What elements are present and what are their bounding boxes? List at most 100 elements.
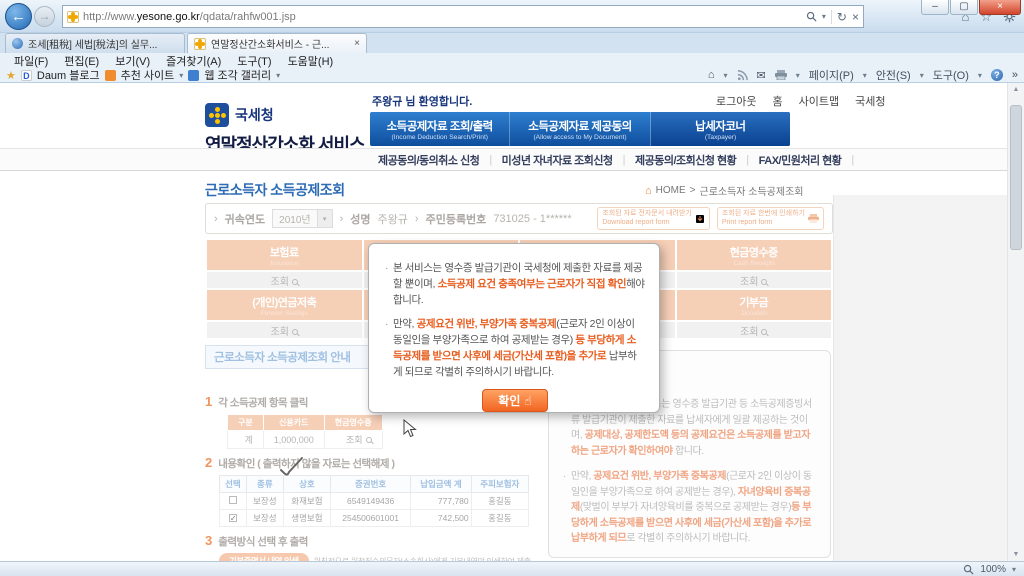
confirm-button[interactable]: 확인 ☝ bbox=[482, 389, 548, 413]
select-caret-icon[interactable]: ▾ bbox=[316, 210, 332, 227]
breadcrumb-home[interactable]: HOME bbox=[656, 185, 686, 196]
close-button[interactable]: × bbox=[979, 0, 1021, 15]
home-icon[interactable]: ⌂ bbox=[708, 69, 715, 81]
logout-link[interactable]: 로그아웃 bbox=[716, 93, 756, 109]
scroll-up-icon[interactable]: ▲ bbox=[1008, 86, 1024, 93]
zoom-icon[interactable] bbox=[963, 564, 974, 575]
magnifier-icon bbox=[365, 437, 372, 443]
tab-tax-law[interactable]: 조세[租稅] 세법[稅法]의 실무... bbox=[5, 33, 185, 53]
favorites-icon[interactable]: ★ bbox=[6, 69, 16, 82]
basic-print-button[interactable]: 기본증명서 내역 인쇄 bbox=[219, 553, 309, 561]
name-value: 주왕규 bbox=[377, 213, 408, 226]
favorite-suggested-sites[interactable]: 추천 사이트 bbox=[121, 67, 175, 83]
home-link[interactable]: 홈 bbox=[772, 93, 782, 109]
menu-bar: 파일(F) 편집(E) 보기(V) 즐겨찾기(A) 도구(T) 도움말(H) bbox=[0, 53, 1024, 68]
modal-paragraph-2: · 만약, 공제요건 위반, 부양가족 중복공제(근로자 2인 이상이 동일인을 … bbox=[385, 318, 637, 378]
forward-button[interactable]: → bbox=[34, 6, 55, 27]
modal-paragraph-1: · 본 서비스는 영수증 발급기관이 국세청에 제출한 자료를 제공할 뿐이며, … bbox=[385, 262, 645, 306]
nav-deduction-search[interactable]: 소득공제자료 조회/출력 (Income Deduction Search/Pr… bbox=[370, 112, 511, 146]
download-report-button[interactable]: 조회된 자료 전자문서 내려받기 Download report form bbox=[597, 206, 710, 231]
name-label: 성명 bbox=[350, 213, 371, 226]
nts-emblem-icon bbox=[205, 103, 229, 127]
table-row: ✓ 보장성 생명보험 254500601001 742,500 홍길동 bbox=[219, 509, 530, 527]
subnav-minor-children[interactable]: 미성년 자녀자료 조회신청 bbox=[502, 152, 613, 168]
favorite-daum-blog[interactable]: Daum 블로그 bbox=[37, 67, 100, 83]
tab-strip: 조세[租稅] 세법[稅法]의 실무... 연말정산간소화서비스 - 근... × bbox=[0, 33, 1024, 53]
maximize-button[interactable]: ▢ bbox=[950, 0, 978, 15]
category-insurance[interactable]: 보험료 Insurance bbox=[205, 238, 364, 272]
chevron-down-icon[interactable]: ▾ bbox=[179, 71, 183, 80]
notice-modal: · 본 서비스는 영수증 발급기관이 국세청에 제출한 자료를 제공할 뿐이며, … bbox=[368, 243, 660, 413]
page-right-margin bbox=[833, 195, 1007, 561]
daum-icon: D bbox=[20, 69, 32, 81]
rrn-value: 731025 - 1****** bbox=[493, 212, 572, 225]
lookup-button[interactable]: 조회 bbox=[674, 270, 833, 290]
page-title: 근로소득자 소득공제조회 bbox=[205, 182, 345, 198]
utility-links: 로그아웃 홈 사이트맵 국세청 bbox=[716, 93, 885, 109]
chevron-down-icon[interactable]: ▾ bbox=[724, 71, 728, 80]
tab-close-icon[interactable]: × bbox=[354, 38, 360, 49]
print-icon[interactable] bbox=[774, 70, 787, 80]
download-icon bbox=[695, 214, 704, 223]
rss-feed-icon[interactable] bbox=[737, 69, 748, 81]
checkbox-unchecked[interactable] bbox=[228, 496, 237, 504]
subnav-fax-status[interactable]: FAX/민원처리 현황 bbox=[759, 152, 842, 168]
notice-paragraph: · 만약, 공제요건 위반, 부양가족 중복공제(근로자 2인 이상이 동일인을 … bbox=[563, 471, 812, 544]
subnav-consent-apply[interactable]: 제공동의/동의취소 신청 bbox=[378, 152, 480, 168]
nts-link[interactable]: 국세청 bbox=[855, 93, 885, 109]
chevron-down-icon[interactable]: ▾ bbox=[978, 71, 982, 80]
year-select[interactable]: 2010년 ▾ bbox=[272, 209, 333, 228]
category-cash-receipt[interactable]: 현금영수증 Cash Receipts bbox=[674, 238, 833, 272]
refresh-icon[interactable]: ↻ bbox=[837, 10, 847, 24]
magnifier-icon bbox=[761, 278, 768, 285]
command-safety[interactable]: 안전(S) bbox=[876, 67, 911, 83]
zoom-dropdown-icon[interactable]: ▾ bbox=[1012, 565, 1016, 574]
vertical-scrollbar[interactable]: ▲ ▼ bbox=[1007, 83, 1024, 561]
chevron-down-icon[interactable]: ▾ bbox=[920, 71, 924, 80]
tab-yesone-active[interactable]: 연말정산간소화서비스 - 근... × bbox=[187, 33, 367, 53]
suggested-sites-icon bbox=[104, 69, 116, 81]
lookup-button[interactable]: 조회 bbox=[674, 320, 833, 340]
year-label: 귀속연도 bbox=[224, 213, 266, 226]
step2-table: 선택 종류 상호 증권번호 납입금액 계 주피보험자 보장성 화재보험 6549… bbox=[219, 475, 530, 527]
category-donation[interactable]: 기부금 Donation bbox=[674, 288, 833, 322]
magnifier-icon bbox=[291, 328, 298, 335]
mail-icon[interactable]: ✉ bbox=[757, 69, 766, 82]
chevron-down-icon[interactable]: ▾ bbox=[276, 71, 280, 80]
category-pension[interactable]: (개인)연금저축 Pension Savings bbox=[205, 288, 364, 322]
search-icon[interactable] bbox=[806, 11, 817, 22]
nav-provide-consent[interactable]: 소득공제자료 제공동의 (Allow access to My Document… bbox=[510, 112, 651, 146]
command-tools[interactable]: 도구(O) bbox=[933, 67, 969, 83]
window-controls: – ▢ × bbox=[921, 0, 1021, 15]
scroll-down-icon[interactable]: ▼ bbox=[1008, 551, 1024, 558]
url-text: http://www.yesone.go.kr/qdata/rahfw001.j… bbox=[83, 10, 296, 23]
menu-help[interactable]: 도움말(H) bbox=[280, 53, 342, 69]
breadcrumb: ⌂ HOME > 근로소득자 소득공제조회 bbox=[645, 184, 804, 199]
lookup-button[interactable]: 조회 bbox=[205, 320, 364, 340]
stop-icon[interactable]: × bbox=[852, 10, 859, 24]
search-dropdown-icon[interactable]: ▾ bbox=[822, 12, 826, 21]
query-form: › 귀속연도 2010년 ▾ › 성명 주왕규 › 주민등록번호 731025 - 1… bbox=[205, 203, 833, 234]
breadcrumb-current: 근로소득자 소득공제조회 bbox=[699, 187, 804, 198]
chevron-down-icon[interactable]: ▾ bbox=[863, 71, 867, 80]
command-page[interactable]: 페이지(P) bbox=[809, 67, 854, 83]
minimize-button[interactable]: – bbox=[921, 0, 949, 15]
scrollbar-thumb[interactable] bbox=[1010, 105, 1022, 250]
favorite-web-slice-gallery[interactable]: 웹 조각 갤러리 bbox=[204, 67, 271, 83]
zoom-level[interactable]: 100% bbox=[980, 564, 1006, 575]
web-slice-icon bbox=[188, 69, 200, 81]
sitemap-link[interactable]: 사이트맵 bbox=[799, 93, 839, 109]
overflow-chevron-icon[interactable]: » bbox=[1012, 69, 1018, 81]
print-report-button[interactable]: 조회된 자료 한번에 인쇄하기 Print report form bbox=[716, 206, 824, 231]
step1-lookup[interactable]: 조회 bbox=[323, 430, 383, 449]
chevron-down-icon[interactable]: ▾ bbox=[796, 71, 800, 80]
address-bar[interactable]: http://www.yesone.go.kr/qdata/rahfw001.j… bbox=[62, 5, 864, 28]
subnav-consent-status[interactable]: 제공동의/조회신청 현황 bbox=[635, 152, 737, 168]
step1-table: 구분 신용카드 현금영수증 계 1,000,000 조회 bbox=[227, 414, 383, 449]
lookup-button[interactable]: 조회 bbox=[205, 270, 364, 290]
table-row: 보장성 화재보험 6549149436 777,780 홍길동 bbox=[219, 492, 530, 510]
help-icon[interactable]: ? bbox=[990, 69, 1003, 81]
checkbox-checked[interactable]: ✓ bbox=[228, 514, 237, 523]
back-button[interactable]: ← bbox=[5, 3, 32, 30]
nav-taxpayer-corner[interactable]: 납세자코너 (Taxpayer) bbox=[650, 112, 790, 146]
